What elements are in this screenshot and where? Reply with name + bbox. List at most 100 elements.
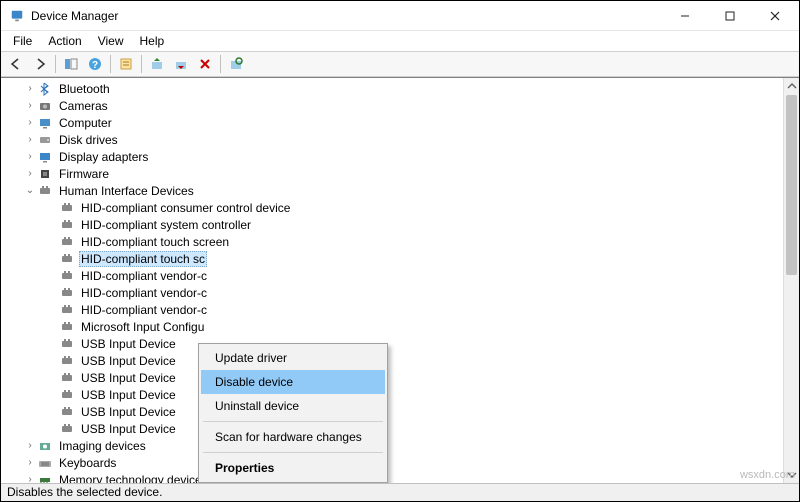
tree-item[interactable]: HID-compliant vendor-c: [1, 284, 783, 301]
chevron-down-icon[interactable]: ⌄: [23, 185, 37, 196]
context-menu-item[interactable]: Update driver: [201, 346, 385, 370]
camera-icon: [37, 98, 53, 114]
chevron-right-icon[interactable]: ›: [23, 100, 37, 111]
vertical-scrollbar[interactable]: [783, 78, 799, 483]
tree-item[interactable]: ›Computer: [1, 114, 783, 131]
tree-item-label: Bluetooth: [57, 82, 112, 96]
tree-item-label: USB Input Device: [79, 388, 178, 402]
context-menu-item[interactable]: Properties: [201, 456, 385, 480]
device-icon: [59, 319, 75, 335]
tree-item-label: HID-compliant touch screen: [79, 235, 231, 249]
context-menu-item[interactable]: Uninstall device: [201, 394, 385, 418]
device-tree-panel: ›Bluetooth›Cameras›Computer›Disk drives›…: [1, 77, 799, 483]
help-button[interactable]: ?: [84, 53, 106, 75]
forward-button[interactable]: [29, 53, 51, 75]
device-icon: [59, 268, 75, 284]
tree-item[interactable]: HID-compliant vendor-c: [1, 267, 783, 284]
menu-action[interactable]: Action: [40, 32, 89, 50]
tree-item-label: USB Input Device: [79, 405, 178, 419]
display-icon: [37, 149, 53, 165]
tree-item-label: HID-compliant vendor-c: [79, 286, 209, 300]
tree-item[interactable]: USB Input Device: [1, 420, 783, 437]
tree-item-label: USB Input Device: [79, 337, 178, 351]
scroll-up-button[interactable]: [784, 78, 799, 94]
tree-item[interactable]: HID-compliant touch screen: [1, 233, 783, 250]
tree-item[interactable]: USB Input Device: [1, 369, 783, 386]
tree-item[interactable]: ⌄ Human Interface Devices: [1, 182, 783, 199]
tree-item-label: USB Input Device: [79, 422, 178, 436]
tree-item[interactable]: HID-compliant system controller: [1, 216, 783, 233]
chevron-right-icon[interactable]: ›: [23, 457, 37, 468]
firmware-icon: [37, 166, 53, 182]
tree-item-label: Firmware: [57, 167, 111, 181]
help-icon: ?: [88, 57, 102, 71]
tree-item[interactable]: Microsoft Input Configu: [1, 318, 783, 335]
tree-item[interactable]: USB Input Device: [1, 335, 783, 352]
scroll-down-button[interactable]: [784, 467, 799, 483]
scrollbar-track[interactable]: [784, 276, 799, 467]
tree-item[interactable]: ›Display adapters: [1, 148, 783, 165]
scan-hardware-icon: [229, 57, 243, 71]
tree-item-label: HID-compliant vendor-c: [79, 303, 209, 317]
device-icon: [59, 370, 75, 386]
device-icon: [59, 302, 75, 318]
maximize-button[interactable]: [707, 1, 752, 31]
scrollbar-thumb[interactable]: [786, 95, 797, 275]
back-button[interactable]: [5, 53, 27, 75]
tree-item[interactable]: USB Input Device: [1, 352, 783, 369]
tree-item[interactable]: USB Input Device: [1, 386, 783, 403]
tree-item[interactable]: HID-compliant touch sc: [1, 250, 783, 267]
keyboard-icon: [37, 455, 53, 471]
chevron-right-icon[interactable]: ›: [23, 474, 37, 483]
tree-item[interactable]: ›Memory technology devices: [1, 471, 783, 483]
disable-device-button[interactable]: [170, 53, 192, 75]
chevron-right-icon[interactable]: ›: [23, 440, 37, 451]
toolbar-separator: [220, 55, 221, 73]
titlebar: Device Manager: [1, 1, 799, 31]
tree-item[interactable]: › Bluetooth: [1, 80, 783, 97]
tree-item[interactable]: ›Imaging devices: [1, 437, 783, 454]
menu-file[interactable]: File: [5, 32, 40, 50]
tree-item[interactable]: ›Disk drives: [1, 131, 783, 148]
close-button[interactable]: [752, 1, 797, 31]
chevron-right-icon[interactable]: ›: [23, 168, 37, 179]
status-text: Disables the selected device.: [7, 485, 162, 499]
minimize-button[interactable]: [662, 1, 707, 31]
chevron-right-icon[interactable]: ›: [23, 117, 37, 128]
menu-view[interactable]: View: [90, 32, 132, 50]
context-menu-item[interactable]: Scan for hardware changes: [201, 425, 385, 449]
tree-item-label: Human Interface Devices: [57, 184, 196, 198]
tree-item[interactable]: USB Input Device: [1, 403, 783, 420]
device-icon: [59, 285, 75, 301]
tree-item[interactable]: › Firmware: [1, 165, 783, 182]
tree-item-label: HID-compliant system controller: [79, 218, 253, 232]
device-tree[interactable]: ›Bluetooth›Cameras›Computer›Disk drives›…: [1, 78, 783, 483]
tree-item-label: HID-compliant vendor-c: [79, 269, 209, 283]
chevron-right-icon[interactable]: ›: [23, 151, 37, 162]
tree-item-label: HID-compliant consumer control device: [79, 201, 292, 215]
uninstall-icon: [198, 57, 212, 71]
imaging-icon: [37, 438, 53, 454]
context-menu[interactable]: Update driverDisable deviceUninstall dev…: [198, 343, 388, 483]
tree-item[interactable]: HID-compliant vendor-c: [1, 301, 783, 318]
disk-icon: [37, 132, 53, 148]
tree-item[interactable]: ›Keyboards: [1, 454, 783, 471]
update-driver-button[interactable]: [146, 53, 168, 75]
device-icon: [59, 387, 75, 403]
device-icon: [59, 217, 75, 233]
device-icon: [59, 404, 75, 420]
scan-hardware-button[interactable]: [225, 53, 247, 75]
chevron-right-icon[interactable]: ›: [23, 134, 37, 145]
context-menu-item[interactable]: Disable device: [201, 370, 385, 394]
chevron-right-icon[interactable]: ›: [23, 83, 37, 94]
menu-help[interactable]: Help: [132, 32, 173, 50]
show-hide-tree-button[interactable]: [60, 53, 82, 75]
uninstall-device-button[interactable]: [194, 53, 216, 75]
tree-item[interactable]: HID-compliant consumer control device: [1, 199, 783, 216]
properties-button[interactable]: [115, 53, 137, 75]
svg-text:?: ?: [92, 60, 98, 71]
menubar: File Action View Help: [1, 31, 799, 51]
tree-item[interactable]: ›Cameras: [1, 97, 783, 114]
hid-icon: [37, 183, 53, 199]
device-icon: [59, 336, 75, 352]
